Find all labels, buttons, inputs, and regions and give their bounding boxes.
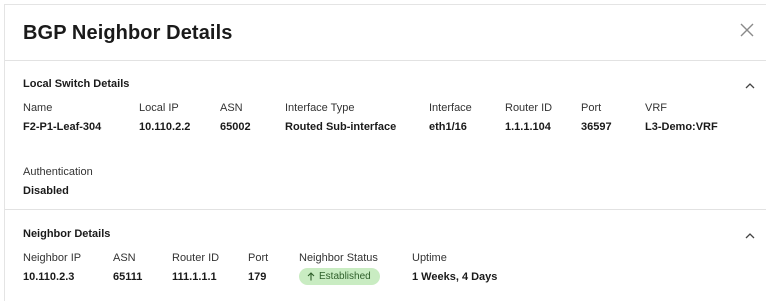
field-value: 111.1.1.1	[172, 271, 217, 283]
field-authentication: Authentication Disabled	[23, 166, 93, 197]
field-label: Authentication	[23, 166, 93, 178]
field-label: Interface Type	[285, 102, 355, 114]
field-value: 10.110.2.2	[139, 121, 191, 133]
field-label: Port	[581, 102, 602, 114]
field-label: Port	[248, 252, 269, 264]
field-port: Port 179	[248, 252, 268, 283]
field-asn: ASN 65111	[113, 252, 142, 283]
status-badge-label: Established	[319, 271, 371, 282]
field-value: F2-P1-Leaf-304	[23, 121, 102, 133]
chevron-up-icon[interactable]	[744, 79, 756, 91]
modal-header: BGP Neighbor Details	[5, 5, 766, 61]
field-value: 179	[248, 271, 267, 283]
field-value: Disabled	[23, 185, 69, 197]
field-value: 1 Weeks, 4 Days	[412, 271, 498, 283]
field-label: Interface	[429, 102, 472, 114]
chevron-up-icon[interactable]	[744, 229, 756, 241]
field-neighbor-ip: Neighbor IP 10.110.2.3	[23, 252, 81, 283]
field-label: Neighbor Status	[299, 252, 378, 264]
field-local-ip: Local IP 10.110.2.2	[139, 102, 190, 133]
close-icon[interactable]	[738, 21, 756, 39]
field-label: Local IP	[139, 102, 179, 114]
field-asn: ASN 65002	[220, 102, 251, 133]
local-switch-section: Local Switch Details Name F2-P1-Leaf-304…	[5, 62, 766, 210]
modal-title: BGP Neighbor Details	[23, 22, 233, 44]
field-label: Neighbor IP	[23, 252, 82, 264]
field-value: L3-Demo:VRF	[645, 121, 718, 133]
field-value: 65111	[113, 271, 143, 283]
field-uptime: Uptime 1 Weeks, 4 Days	[412, 252, 497, 283]
status-badge: Established	[299, 268, 380, 285]
field-value: 1.1.1.104	[505, 121, 551, 133]
field-label: Router ID	[505, 102, 553, 114]
field-value: 36597	[581, 121, 612, 133]
field-label: ASN	[113, 252, 136, 264]
field-name: Name F2-P1-Leaf-304	[23, 102, 101, 133]
field-value: 10.110.2.3	[23, 271, 75, 283]
field-label: Router ID	[172, 252, 220, 264]
field-label: Uptime	[412, 252, 447, 264]
neighbor-heading: Neighbor Details	[23, 228, 111, 240]
neighbor-section: Neighbor Details Neighbor IP 10.110.2.3 …	[5, 211, 766, 301]
arrow-up-icon	[307, 272, 315, 281]
field-label: VRF	[645, 102, 667, 114]
field-interface: Interface eth1/16	[429, 102, 472, 133]
field-router-id: Router ID 1.1.1.104	[505, 102, 552, 133]
field-value: eth1/16	[429, 121, 467, 133]
field-value: 65002	[220, 121, 251, 133]
field-label: ASN	[220, 102, 243, 114]
field-interface-type: Interface Type Routed Sub-interface	[285, 102, 396, 133]
field-vrf: VRF L3-Demo:VRF	[645, 102, 718, 133]
field-neighbor-status: Neighbor Status Established	[299, 252, 380, 286]
local-switch-heading: Local Switch Details	[23, 78, 130, 90]
bgp-neighbor-details-modal: BGP Neighbor Details Local Switch Detail…	[4, 4, 766, 301]
field-label: Name	[23, 102, 53, 114]
field-router-id: Router ID 111.1.1.1	[172, 252, 219, 283]
field-value: Routed Sub-interface	[285, 121, 397, 133]
field-port: Port 36597	[581, 102, 612, 133]
